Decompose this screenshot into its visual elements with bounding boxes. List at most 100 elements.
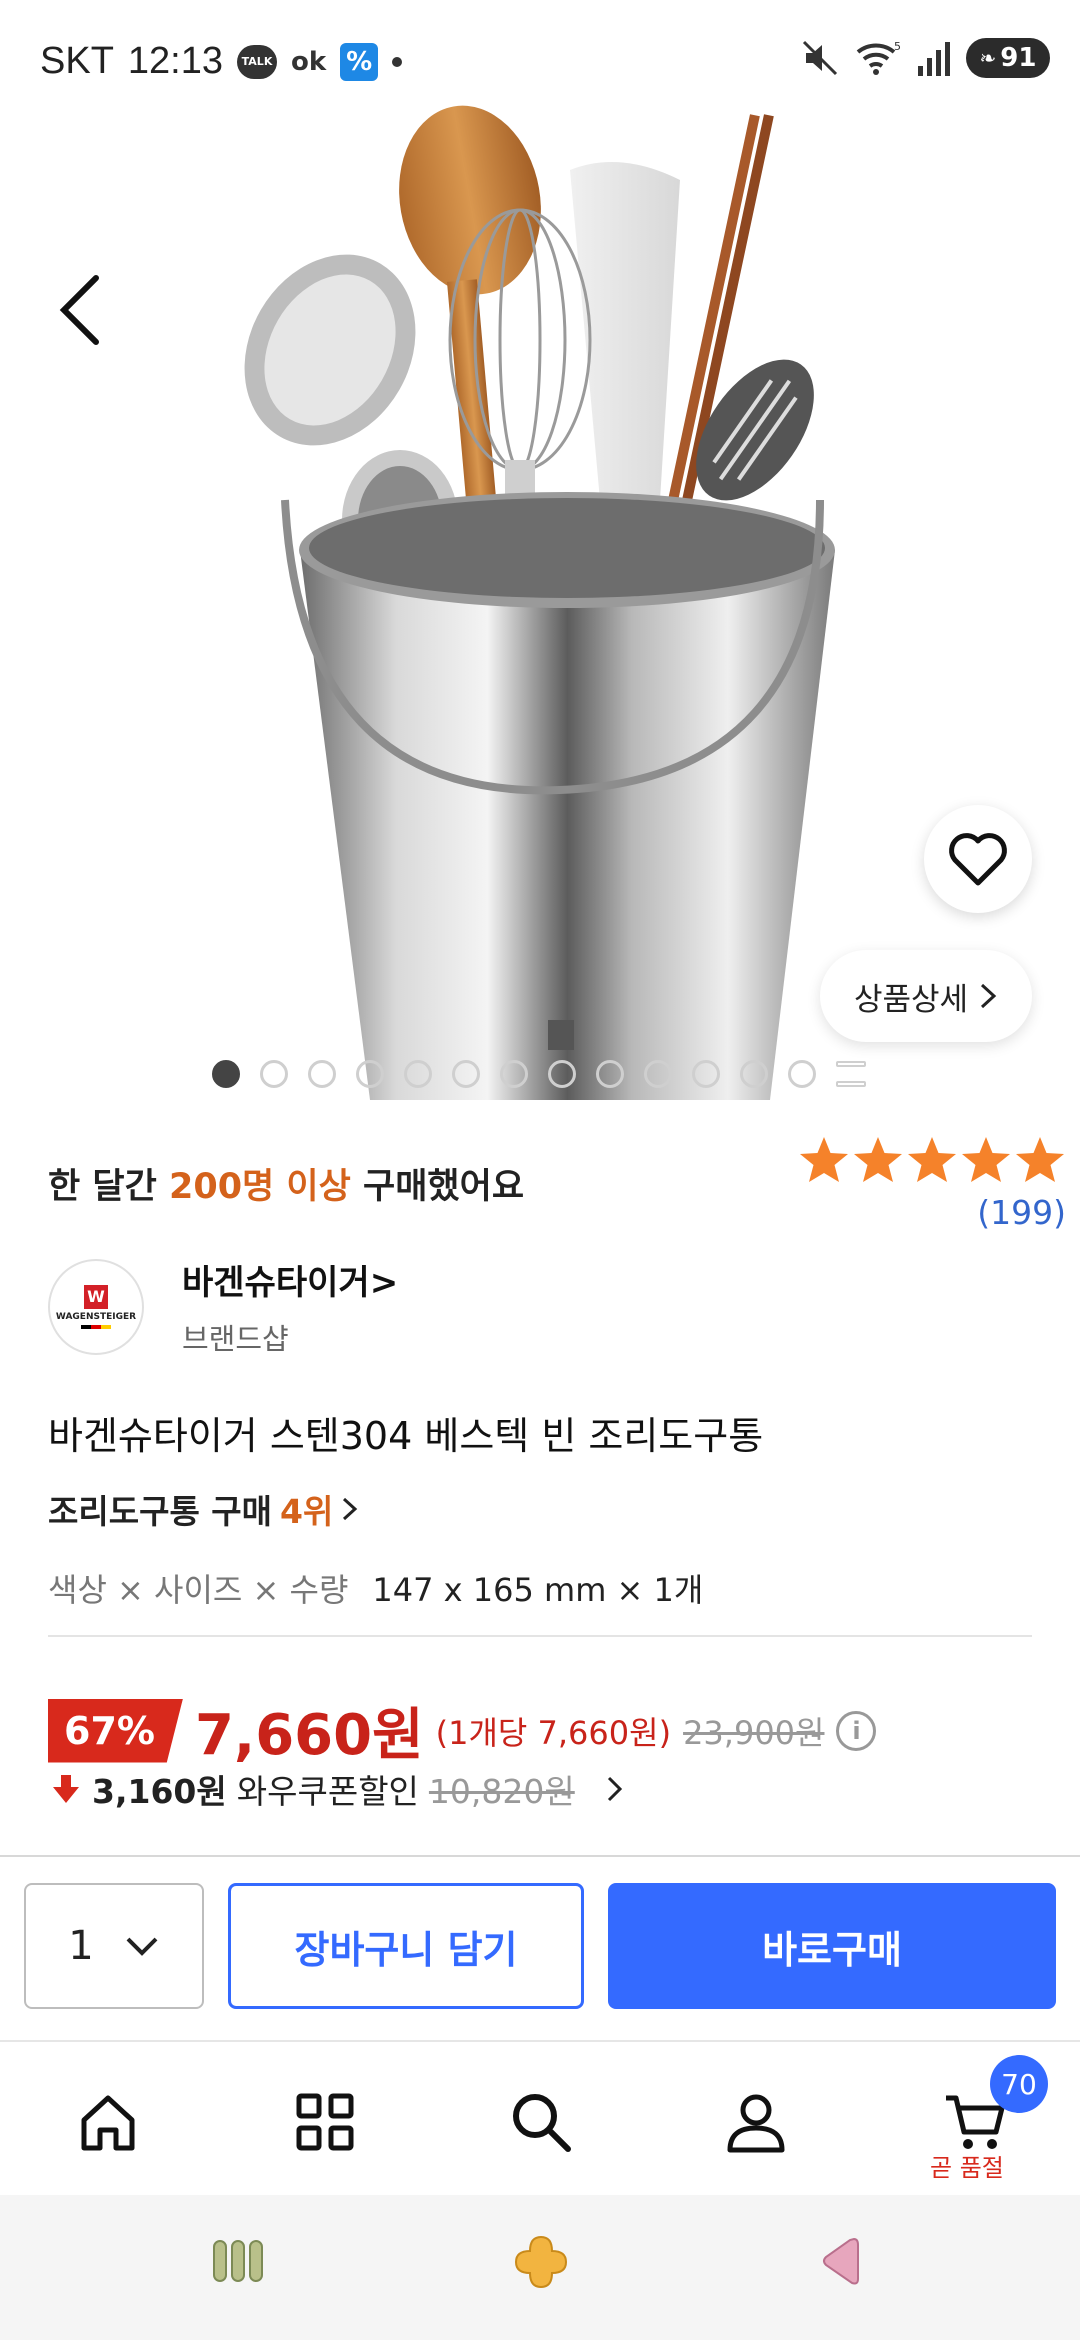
purchase-action-bar: 1 장바구니 담기 바로구매: [0, 1855, 1080, 2040]
brand-shop-link[interactable]: W WAGENSTEIGER 바겐슈타이거> 브랜드샵: [48, 1255, 398, 1358]
star-icon: [800, 1137, 848, 1182]
carousel-dot[interactable]: [548, 1060, 576, 1088]
carousel-dot[interactable]: [356, 1060, 384, 1088]
status-bar-right: 5 ❧ 91: [800, 38, 1050, 78]
star-icon: [1016, 1137, 1064, 1182]
carousel-dot[interactable]: [260, 1060, 288, 1088]
nav-home[interactable]: [58, 2072, 158, 2172]
battery-leaf-icon: ❧: [979, 46, 997, 70]
brand-shop-label: 브랜드샵: [182, 1322, 289, 1356]
chevron-right-icon: [607, 1776, 622, 1802]
star-icon: [908, 1137, 956, 1182]
purchase-suffix: 구매했어요: [350, 1167, 525, 1207]
wifi-icon: 5: [856, 40, 901, 75]
carousel-dot[interactable]: [692, 1060, 720, 1088]
star-icon: [962, 1137, 1010, 1182]
carousel-dot[interactable]: [788, 1060, 816, 1088]
battery-indicator: ❧ 91: [966, 38, 1050, 78]
chevron-right-icon: >: [369, 1263, 399, 1303]
user-icon: [727, 2094, 785, 2153]
more-notifications-dot: [392, 56, 403, 67]
cart-count-badge: 70: [990, 2055, 1048, 2113]
add-to-cart-button[interactable]: 장바구니 담기: [228, 1883, 584, 2009]
carousel-dot[interactable]: [644, 1060, 672, 1088]
brand-logo-text: WAGENSTEIGER: [55, 1311, 137, 1322]
coupon-amount: 3,160원: [92, 1772, 227, 1811]
star-icon: [854, 1137, 902, 1182]
home-button[interactable]: [512, 2233, 570, 2295]
carrier-label: SKT: [40, 40, 114, 82]
chevron-right-icon: [981, 983, 997, 1009]
carousel-dot[interactable]: [500, 1060, 528, 1088]
carousel-dot[interactable]: [212, 1060, 240, 1088]
nav-my-account[interactable]: [706, 2072, 806, 2172]
carousel-dot[interactable]: [452, 1060, 480, 1088]
discount-badge: 67%: [48, 1698, 183, 1763]
kakaotalk-icon: TALK: [237, 44, 277, 79]
mute-icon: [802, 40, 838, 76]
favorite-button[interactable]: [924, 805, 1032, 913]
status-bar-left: SKT 12:13 TALK ok %: [40, 40, 403, 83]
purchase-prefix: 한 달간: [48, 1167, 169, 1207]
ok-cashbag-icon: ok: [291, 46, 327, 77]
app-notification-icon: %: [340, 42, 379, 81]
heart-icon: [949, 833, 1007, 886]
battery-level: 91: [1000, 43, 1037, 73]
unit-price: (1개당 7,660원): [435, 1713, 672, 1752]
carousel-indicator: [212, 1060, 866, 1088]
brand-logo: W WAGENSTEIGER: [48, 1258, 144, 1355]
buy-now-button[interactable]: 바로구매: [608, 1883, 1056, 2009]
svg-text:5: 5: [894, 40, 901, 53]
product-detail-button[interactable]: 상품상세: [820, 950, 1032, 1042]
carousel-dot[interactable]: [596, 1060, 624, 1088]
clover-home-icon: [514, 2235, 568, 2289]
selected-options[interactable]: 색상 × 사이즈 × 수량 147 x 165 mm × 1개: [48, 1565, 703, 1611]
back-nav-button[interactable]: [818, 2235, 862, 2291]
carousel-more-icon[interactable]: [836, 1061, 866, 1087]
option-label: 색상 × 사이즈 × 수량: [48, 1571, 349, 1609]
carousel-dot[interactable]: [308, 1060, 336, 1088]
purchase-highlight: 200명 이상: [168, 1167, 351, 1207]
chevron-left-icon: [59, 275, 99, 345]
nav-categories[interactable]: [275, 2072, 375, 2172]
grid-icon: [296, 2093, 354, 2151]
divider: [48, 1635, 1032, 1637]
soldout-label: 곧 품절: [930, 2154, 1004, 2182]
coupon-discount-row[interactable]: 3,160원 와우쿠폰할인 10,820원: [50, 1765, 635, 1813]
carousel-dot[interactable]: [404, 1060, 432, 1088]
brand-name[interactable]: 바겐슈타이거>: [182, 1255, 398, 1304]
home-icon: [81, 2095, 135, 2151]
sale-price: 7,660원: [194, 1703, 424, 1768]
chevron-down-icon: [126, 1937, 158, 1956]
star-rating: [798, 1135, 1066, 1185]
bottom-navigation: [0, 2040, 1080, 2195]
quantity-select[interactable]: 1: [24, 1883, 204, 2009]
german-flag-icon: [81, 1324, 111, 1329]
search-icon: [513, 2094, 571, 2152]
time-label: 12:13: [127, 40, 223, 82]
info-icon[interactable]: i: [836, 1710, 877, 1751]
system-navigation-bar: [0, 2195, 1080, 2340]
recent-apps-icon: [213, 2240, 263, 2282]
arrow-down-icon: [53, 1775, 79, 1803]
recent-apps-button[interactable]: [210, 2235, 268, 2291]
product-detail-label: 상품상세: [853, 981, 969, 1018]
category-rank-link[interactable]: 조리도구통 구매 4위: [48, 1485, 359, 1533]
back-triangle-icon: [823, 2237, 859, 2285]
price-row: 67% 7,660원 (1개당 7,660원) 23,900원 i: [48, 1690, 877, 1771]
rating-summary[interactable]: (199): [798, 1135, 1066, 1232]
product-title: 바겐슈타이거 스텐304 베스텍 빈 조리도구통: [48, 1414, 764, 1458]
coupon-original-price: 10,820원: [428, 1772, 575, 1811]
back-button[interactable]: [52, 270, 112, 350]
signal-icon: [918, 42, 950, 76]
review-count-link[interactable]: (199): [798, 1193, 1066, 1232]
coupon-label: 와우쿠폰할인: [236, 1772, 419, 1811]
rank-prefix: 조리도구통 구매: [48, 1492, 273, 1531]
brand-name-label: 바겐슈타이거: [182, 1263, 370, 1303]
quantity-value: 1: [68, 1923, 94, 1969]
rank-value: 4위: [280, 1492, 334, 1531]
brand-logo-mark: W: [84, 1284, 108, 1309]
nav-search[interactable]: [491, 2072, 591, 2172]
carousel-dot[interactable]: [740, 1060, 768, 1088]
purchase-count-banner: 한 달간 200명 이상 구매했어요: [48, 1158, 524, 1209]
